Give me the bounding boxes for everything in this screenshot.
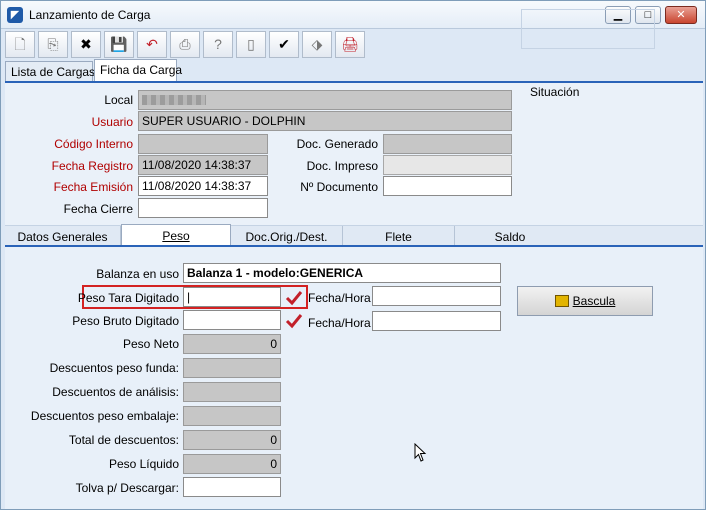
doc-impreso-field[interactable] (383, 155, 512, 175)
tab-doc-orig-dest[interactable]: Doc.Orig./Dest. (231, 226, 343, 246)
tab-lista-de-cargas[interactable]: Lista de Cargas (5, 61, 96, 81)
delete-icon: ✖ (80, 36, 92, 52)
desc-funda-field (183, 358, 281, 378)
fecha-hora-bruto-field[interactable] (372, 311, 501, 331)
codigo-interno-label: Código Interno (54, 137, 133, 151)
peso-bruto-label: Peso Bruto Digitado (72, 314, 179, 328)
close-button[interactable]: ✕ (665, 6, 697, 24)
help-icon: ? (214, 36, 222, 52)
detail-tab-bar: Datos Generales Peso Doc.Orig./Dest. Fle… (5, 224, 703, 246)
fecha-emision-field[interactable]: 11/08/2020 14:38:37 (138, 176, 268, 196)
usuario-label: Usuario (91, 115, 133, 129)
help-button[interactable]: ? (203, 31, 233, 58)
peso-liquido-field: 0 (183, 454, 281, 474)
undo-button[interactable]: ↶ (137, 31, 167, 58)
peso-tara-label: Peso Tara Digitado (77, 291, 179, 305)
usuario-field[interactable]: SUPER USUARIO - DOLPHIN (138, 111, 512, 131)
report-icon: 🖨 (341, 36, 359, 52)
eraser-icon: ⬗ (311, 36, 323, 52)
scale-icon (554, 295, 569, 307)
codigo-interno-field[interactable] (138, 134, 268, 154)
print-icon: ⎙ (179, 36, 191, 52)
clipboard-button[interactable]: ▯ (236, 31, 266, 58)
balanza-field[interactable]: Balanza 1 - modelo:GENERICA (183, 263, 501, 283)
total-desc-field: 0 (183, 430, 281, 450)
tab-label: Saldo (494, 230, 526, 244)
peso-liquido-label: Peso Líquido (108, 457, 179, 471)
bascula-label: Bascula (572, 294, 616, 308)
desc-analisis-label: Descuentos de análisis: (52, 385, 179, 399)
tab-label: Doc.Orig./Dest. (245, 230, 328, 244)
peso-neto-field: 0 (183, 334, 281, 354)
confirm-icon: ✔ (278, 36, 290, 52)
peso-bruto-input[interactable] (183, 310, 281, 330)
local-field[interactable] (138, 90, 512, 110)
tab-saldo[interactable]: Saldo (455, 226, 565, 246)
peso-tara-input[interactable]: | (183, 287, 281, 307)
confirm-tara-check-icon[interactable] (285, 289, 303, 307)
local-label: Local (104, 93, 133, 107)
copy-button[interactable]: ⎘ (38, 31, 68, 58)
app-icon: ◤ (7, 7, 23, 23)
confirm-bruto-check-icon[interactable] (285, 312, 303, 330)
tab-label: Flete (385, 230, 412, 244)
tab-label: Ficha da Carga (100, 63, 183, 77)
fecha-cierre-label: Fecha Cierre (63, 202, 133, 216)
balanza-label: Balanza en uso (96, 267, 179, 281)
fecha-hora-tara-label: Fecha/Hora (308, 291, 371, 305)
tab-peso[interactable]: Peso (121, 224, 231, 246)
copy-icon: ⎘ (47, 36, 59, 52)
fecha-hora-bruto-label: Fecha/Hora (308, 316, 371, 330)
new-icon: 🗋 (14, 36, 26, 52)
desc-funda-label: Descuentos peso funda: (49, 361, 179, 375)
fecha-registro-label: Fecha Registro (51, 159, 133, 173)
confirm-button[interactable]: ✔ (269, 31, 299, 58)
fecha-hora-tara-field[interactable] (372, 286, 501, 306)
clipboard-icon: ▯ (247, 36, 255, 52)
tab-ficha-da-carga[interactable]: Ficha da Carga (94, 59, 182, 81)
eraser-button[interactable]: ⬗ (302, 31, 332, 58)
peso-neto-label: Peso Neto (122, 337, 179, 351)
print-button[interactable]: ⎙ (170, 31, 200, 58)
nro-documento-field[interactable] (383, 176, 512, 196)
fecha-emision-label: Fecha Emisión (53, 180, 133, 194)
situacion-label: Situación (528, 85, 582, 99)
fecha-cierre-field[interactable] (138, 198, 268, 218)
redacted-local (142, 95, 206, 105)
tab-label: Lista de Cargas (11, 65, 96, 79)
tab-datos-generales[interactable]: Datos Generales (5, 226, 121, 246)
window-title: Lanzamiento de Carga (29, 8, 151, 22)
report-button[interactable]: 🖨 (335, 31, 365, 58)
delete-button[interactable]: ✖ (71, 31, 101, 58)
doc-generado-field[interactable] (383, 134, 512, 154)
total-desc-label: Total de descuentos: (68, 433, 179, 447)
mouse-cursor-icon (414, 443, 427, 462)
save-button[interactable]: 💾 (104, 31, 134, 58)
desc-embalaje-field (183, 406, 281, 426)
desc-embalaje-label: Descuentos peso embalaje: (30, 409, 179, 423)
main-window: ◤ Lanzamiento de Carga ▁ □ ✕ 🗋 ⎘ ✖ 💾 ↶ ⎙? ▯ ✔ ⬗ 🖨… (0, 0, 706, 510)
tolva-input[interactable] (183, 477, 281, 497)
tolva-label: Tolva p/ Descargar: (75, 481, 179, 495)
save-icon: 💾 (110, 36, 128, 52)
bascula-button[interactable]: Bascula (517, 286, 653, 316)
doc-generado-label: Doc. Generado (296, 137, 378, 151)
doc-impreso-label: Doc. Impreso (306, 159, 378, 173)
desc-analisis-field (183, 382, 281, 402)
new-button[interactable]: 🗋 (5, 31, 35, 58)
tab-label: Peso (162, 229, 190, 243)
situacion-box (521, 9, 655, 49)
fecha-registro-field[interactable]: 11/08/2020 14:38:37 (138, 155, 268, 175)
undo-icon: ↶ (146, 36, 158, 52)
nro-documento-label: Nº Documento (300, 180, 378, 194)
tab-label: Datos Generales (17, 230, 108, 244)
tab-flete[interactable]: Flete (343, 226, 455, 246)
